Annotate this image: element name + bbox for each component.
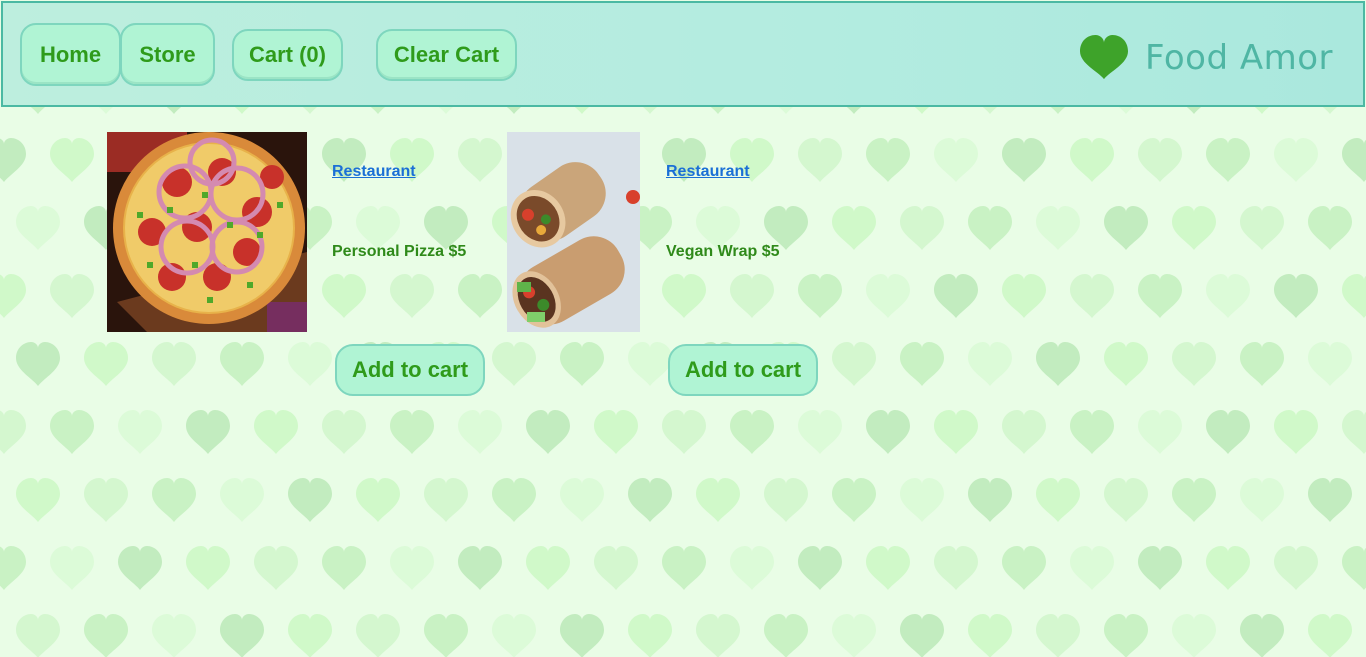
wrap-image	[507, 132, 640, 332]
home-button[interactable]: Home	[20, 23, 121, 86]
restaurant-link[interactable]: Restaurant	[332, 163, 416, 181]
heart-icon	[1080, 34, 1128, 80]
cart-button[interactable]: Cart (0)	[232, 29, 343, 81]
add-to-cart-button[interactable]: Add to cart	[335, 344, 485, 396]
product-name-price: Personal Pizza $5	[332, 243, 467, 260]
pizza-image	[107, 132, 307, 332]
clear-cart-button[interactable]: Clear Cart	[376, 29, 517, 81]
add-to-cart-button[interactable]: Add to cart	[668, 344, 818, 396]
product-name-price: Vegan Wrap $5	[666, 243, 780, 260]
logo[interactable]: Food Amor	[1077, 33, 1333, 83]
header-bar: Home Store Cart (0) Clear Cart Food Amor	[1, 1, 1365, 107]
logo-text: Food Amor	[1145, 38, 1333, 78]
store-button[interactable]: Store	[120, 23, 215, 86]
restaurant-link[interactable]: Restaurant	[666, 163, 750, 181]
